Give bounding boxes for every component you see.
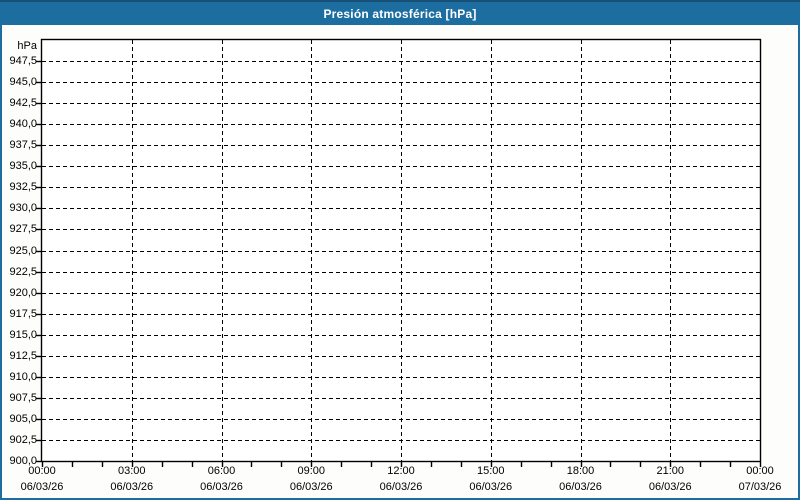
y-tick-label: 905,0 xyxy=(9,412,37,425)
x-tick-time-label: 15:00 xyxy=(476,465,505,477)
y-tick-label: 932,5 xyxy=(9,181,37,194)
x-tick-time-label: 12:00 xyxy=(387,465,415,477)
y-tick-label: 910,0 xyxy=(9,370,37,383)
y-axis-unit-label: hPa xyxy=(17,40,37,52)
x-tick-date-label: 06/03/26 xyxy=(648,481,692,493)
x-tick-time-label: 06:00 xyxy=(207,465,236,477)
y-tick-label: 920,0 xyxy=(9,286,37,299)
plot-grid xyxy=(36,38,762,467)
y-tick-label: 927,5 xyxy=(9,223,37,236)
y-tick-label: 902,5 xyxy=(9,433,37,446)
x-tick-time-label: 00:00 xyxy=(28,465,56,477)
x-tick-date-label: 07/03/26 xyxy=(738,481,782,493)
y-tick-label: 937,5 xyxy=(9,139,37,152)
x-tick-date-label: 06/03/26 xyxy=(559,481,602,493)
y-tick-label: 922,5 xyxy=(9,265,37,278)
pressure-chart-panel: Presión atmosférica [hPa] hPa 947,5 945,0… xyxy=(0,0,800,500)
y-tick-label: 942,5 xyxy=(9,97,37,110)
y-tick-label: 935,0 xyxy=(9,160,37,173)
y-tick-label: 930,0 xyxy=(9,202,37,215)
x-tick-time-label: 09:00 xyxy=(297,465,326,477)
x-tick-date-label: 06/03/26 xyxy=(289,481,333,493)
y-tick-label: 912,5 xyxy=(9,349,37,362)
x-tick-time-label: 03:00 xyxy=(117,465,146,477)
y-tick-label: 907,5 xyxy=(9,391,37,404)
x-tick-time-label: 18:00 xyxy=(566,465,595,477)
x-tick-date-label: 06/03/26 xyxy=(200,481,243,493)
y-tick-label: 925,0 xyxy=(9,244,37,257)
x-tick-date-label: 06/03/26 xyxy=(110,481,154,493)
x-tick-date-label: 06/03/26 xyxy=(469,481,513,493)
x-tick-date-label: 06/03/26 xyxy=(379,481,423,493)
y-tick-label: 940,0 xyxy=(9,118,37,131)
y-tick-label: 945,0 xyxy=(9,76,37,89)
y-tick-label: 917,5 xyxy=(9,307,37,320)
y-tick-label: 947,5 xyxy=(9,55,37,68)
x-tick-time-label: 00:00 xyxy=(746,465,774,477)
x-tick-time-label: 21:00 xyxy=(656,465,685,477)
y-tick-label: 915,0 xyxy=(9,328,37,341)
x-tick-date-label: 06/03/26 xyxy=(20,481,64,493)
